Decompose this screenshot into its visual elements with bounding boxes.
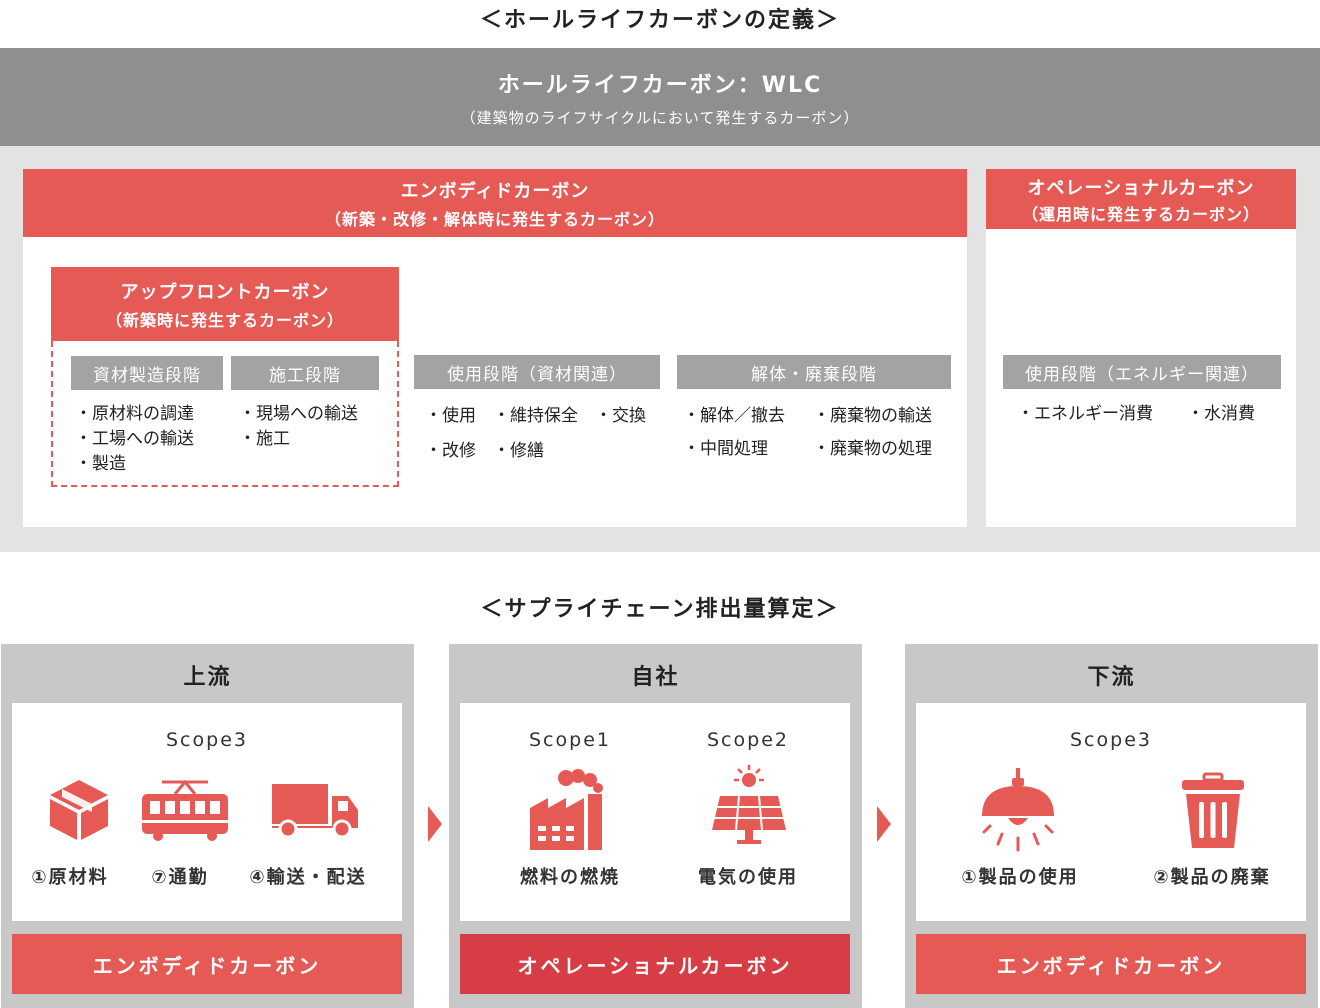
upstream-scope: Scope3 <box>166 729 248 751</box>
downstream-scope: Scope3 <box>1070 729 1152 751</box>
upstream-item-2-label: ⑦通勤 <box>151 867 209 888</box>
wlc-title: ホールライフカーボン：WLC <box>497 72 823 98</box>
downstream-title: 下流 <box>1087 665 1136 690</box>
solar-panel-icon <box>712 765 786 844</box>
trash-can-icon <box>1182 772 1244 848</box>
bullet-materials-3: ・製造 <box>75 454 126 474</box>
company-footer-label: オペレーショナルカーボン <box>517 953 793 978</box>
company-item-1-label: 燃料の燃焼 <box>520 867 620 888</box>
company-footer: オペレーショナルカーボン <box>460 934 850 994</box>
wlc-subtitle: （建築物のライフサイクルにおいて発生するカーボン） <box>460 108 860 127</box>
truck-icon <box>272 784 358 839</box>
upfront-header: アップフロントカーボン （新築時に発生するカーボン） <box>51 267 399 341</box>
lamp-icon <box>982 768 1054 852</box>
factory-icon <box>530 769 603 850</box>
bullet-demolition-1: ・解体／撤去 <box>683 406 785 426</box>
operational-subtitle: （運用時に発生するカーボン） <box>1021 204 1260 224</box>
bullet-construction-2: ・施工 <box>239 429 290 449</box>
section-title-wlc: ＜ホールライフカーボンの定義＞ <box>479 8 840 33</box>
downstream-item-2-label: ②製品の廃棄 <box>1153 867 1271 888</box>
box-icon <box>50 780 108 840</box>
company-item-2-label: 電気の使用 <box>698 867 798 888</box>
upstream-footer: エンボディドカーボン <box>12 934 402 994</box>
bullet-use-energy-1: ・エネルギー消費 <box>1017 404 1153 424</box>
upstream-title: 上流 <box>183 665 232 690</box>
bullet-materials-1: ・原材料の調達 <box>75 404 194 424</box>
upstream-item-1-label: ①原材料 <box>31 867 109 888</box>
embodied-title: エンボディドカーボン <box>400 180 590 202</box>
company-scope2: Scope2 <box>707 729 789 751</box>
section-title-supply-chain: ＜サプライチェーン排出量算定＞ <box>480 597 840 622</box>
upstream-item-3-label: ④輸送・配送 <box>249 867 367 888</box>
downstream-footer-label: エンボディドカーボン <box>996 953 1226 978</box>
embodied-subtitle: （新築・改修・解体時に発生するカーボン） <box>324 209 665 229</box>
operational-title: オペレーショナルカーボン <box>1027 177 1255 199</box>
upstream-footer-label: エンボディドカーボン <box>92 953 322 978</box>
downstream-item-1-label: ①製品の使用 <box>961 867 1079 888</box>
company-title: 自社 <box>631 665 680 690</box>
upfront-title: アップフロントカーボン <box>120 281 330 303</box>
stage-label-use-material: 使用段階（資材関連） <box>414 355 660 389</box>
bullet-demolition-3: ・中間処理 <box>683 439 768 459</box>
arrow-right-icon <box>428 806 442 842</box>
arrow-right-icon <box>877 806 891 842</box>
bullet-use-material-1: ・使用 ・維持保全 ・交換 <box>425 406 646 426</box>
bullet-demolition-2: ・廃棄物の輸送 <box>813 406 932 426</box>
train-icon <box>142 780 228 841</box>
operational-header: オペレーショナルカーボン （運用時に発生するカーボン） <box>986 169 1296 229</box>
upfront-subtitle: （新築時に発生するカーボン） <box>105 310 344 330</box>
stage-label-use-energy: 使用段階（エネルギー関連） <box>1003 355 1281 389</box>
bullet-use-energy-2: ・水消費 <box>1187 404 1255 424</box>
stage-label-demolition: 解体・廃棄段階 <box>677 355 951 389</box>
stage-label-construction: 施工段階 <box>231 356 379 390</box>
bullet-demolition-4: ・廃棄物の処理 <box>813 439 932 459</box>
embodied-header: エンボディドカーボン （新築・改修・解体時に発生するカーボン） <box>23 169 967 237</box>
bullet-use-material-2: ・改修 ・修繕 <box>425 441 544 461</box>
downstream-footer: エンボディドカーボン <box>916 934 1306 994</box>
company-scope1: Scope1 <box>529 729 611 751</box>
stage-label-materials: 資材製造段階 <box>71 356 223 390</box>
bullet-construction-1: ・現場への輸送 <box>239 404 358 424</box>
bullet-materials-2: ・工場への輸送 <box>75 429 194 449</box>
wlc-header: ホールライフカーボン：WLC （建築物のライフサイクルにおいて発生するカーボン） <box>0 48 1320 146</box>
